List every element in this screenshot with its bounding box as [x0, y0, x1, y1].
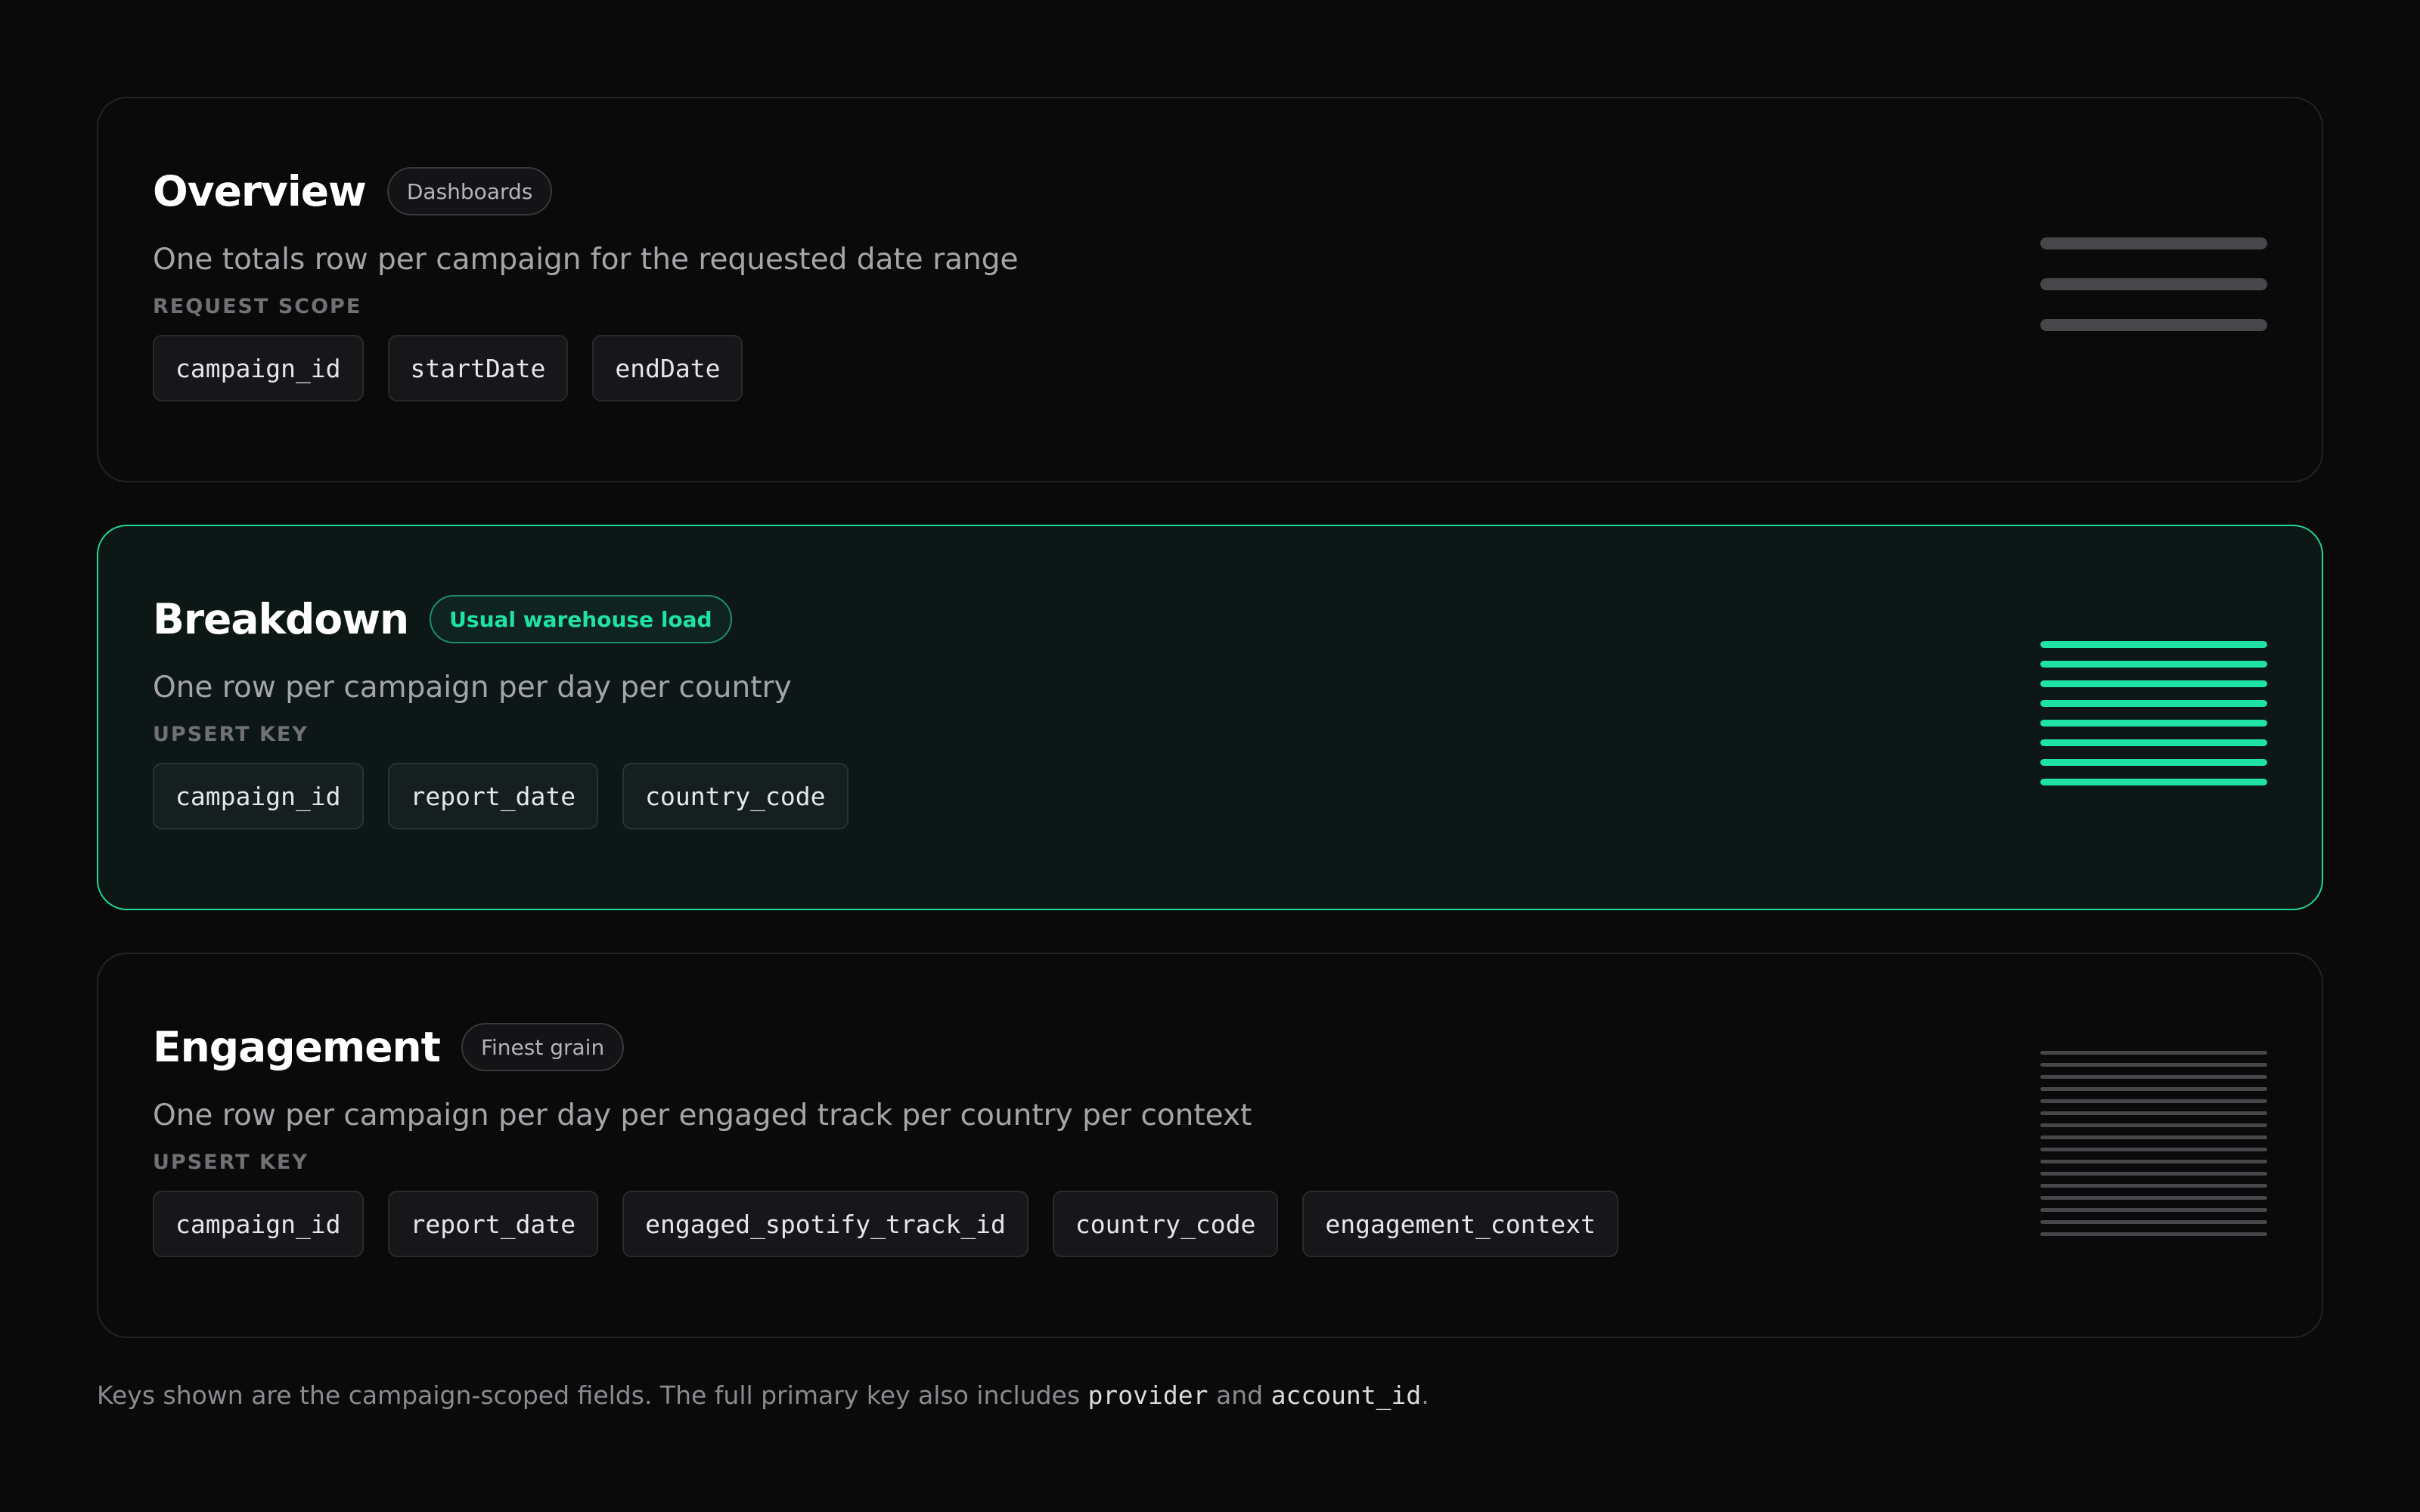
breakdown-description: One row per campaign per day per country	[153, 671, 792, 705]
grain-cards: Overview Dashboards One totals row per c…	[97, 97, 2323, 1380]
engagement-fields: campaign_id report_date engaged_spotify_…	[153, 1191, 2267, 1257]
field-chip: endDate	[592, 335, 743, 401]
row-bar	[2040, 1220, 2267, 1224]
row-bar	[2040, 1075, 2267, 1079]
field-chip: campaign_id	[153, 1191, 364, 1257]
row-bar	[2040, 1136, 2267, 1139]
overview-fields: campaign_id startDate endDate	[153, 335, 2267, 401]
row-bar	[2040, 1099, 2267, 1103]
row-bar	[2040, 680, 2267, 687]
field-chip: country_code	[622, 763, 849, 829]
footnote-text: .	[1421, 1380, 1429, 1410]
row-bar	[2040, 1184, 2267, 1188]
overview-title: Overview	[153, 167, 367, 215]
row-bar	[2040, 1111, 2267, 1115]
field-chip: campaign_id	[153, 335, 364, 401]
overview-tag: Dashboards	[386, 167, 553, 215]
engagement-description: One row per campaign per day per engaged…	[153, 1098, 1252, 1132]
row-bar	[2040, 237, 2267, 249]
row-bar	[2040, 1063, 2267, 1067]
breakdown-title: Breakdown	[153, 595, 409, 643]
row-bar	[2040, 720, 2267, 727]
row-bar	[2040, 1051, 2267, 1055]
engagement-card: Engagement Finest grain One row per camp…	[97, 953, 2323, 1338]
row-bar	[2040, 1232, 2267, 1236]
footnote-text: Keys shown are the campaign-scoped field…	[97, 1380, 1088, 1410]
engagement-title: Engagement	[153, 1023, 441, 1071]
breakdown-fields: campaign_id report_date country_code	[153, 763, 2267, 829]
breakdown-card: Breakdown Usual warehouse load One row p…	[97, 525, 2323, 910]
footnote-text: and	[1208, 1380, 1271, 1410]
overview-rows-icon	[2040, 237, 2267, 331]
row-bar	[2040, 319, 2267, 331]
row-bar	[2040, 759, 2267, 766]
row-bar	[2040, 1148, 2267, 1151]
field-chip: engagement_context	[1302, 1191, 1618, 1257]
field-chip: startDate	[387, 335, 569, 401]
row-bar	[2040, 1208, 2267, 1212]
row-bar	[2040, 661, 2267, 668]
overview-card: Overview Dashboards One totals row per c…	[97, 97, 2323, 482]
breakdown-key-label: UPSERT KEY	[153, 723, 309, 746]
breakdown-title-row: Breakdown Usual warehouse load	[153, 593, 2267, 646]
row-bar	[2040, 739, 2267, 746]
row-bar	[2040, 1196, 2267, 1200]
row-bar	[2040, 1172, 2267, 1176]
field-chip: report_date	[387, 1191, 599, 1257]
footnote-code-account: account_id	[1270, 1380, 1422, 1410]
row-bar	[2040, 700, 2267, 707]
field-chip: engaged_spotify_track_id	[622, 1191, 1028, 1257]
engagement-title-row: Engagement Finest grain	[153, 1021, 2267, 1074]
field-chip: report_date	[387, 763, 599, 829]
overview-description: One totals row per campaign for the requ…	[153, 243, 1019, 277]
breakdown-rows-icon	[2040, 641, 2267, 785]
footnote-code-provider: provider	[1087, 1380, 1208, 1410]
engagement-rows-icon	[2040, 1051, 2267, 1236]
engagement-key-label: UPSERT KEY	[153, 1151, 309, 1174]
row-bar	[2040, 1087, 2267, 1091]
footnote: Keys shown are the campaign-scoped field…	[97, 1380, 1429, 1410]
overview-scope-label: REQUEST SCOPE	[153, 295, 362, 318]
field-chip: country_code	[1052, 1191, 1279, 1257]
row-bar	[2040, 641, 2267, 648]
row-bar	[2040, 1160, 2267, 1163]
breakdown-tag: Usual warehouse load	[430, 595, 732, 643]
row-bar	[2040, 779, 2267, 785]
field-chip: campaign_id	[153, 763, 364, 829]
row-bar	[2040, 278, 2267, 290]
row-bar	[2040, 1123, 2267, 1127]
overview-title-row: Overview Dashboards	[153, 165, 2267, 218]
engagement-tag: Finest grain	[461, 1023, 625, 1071]
